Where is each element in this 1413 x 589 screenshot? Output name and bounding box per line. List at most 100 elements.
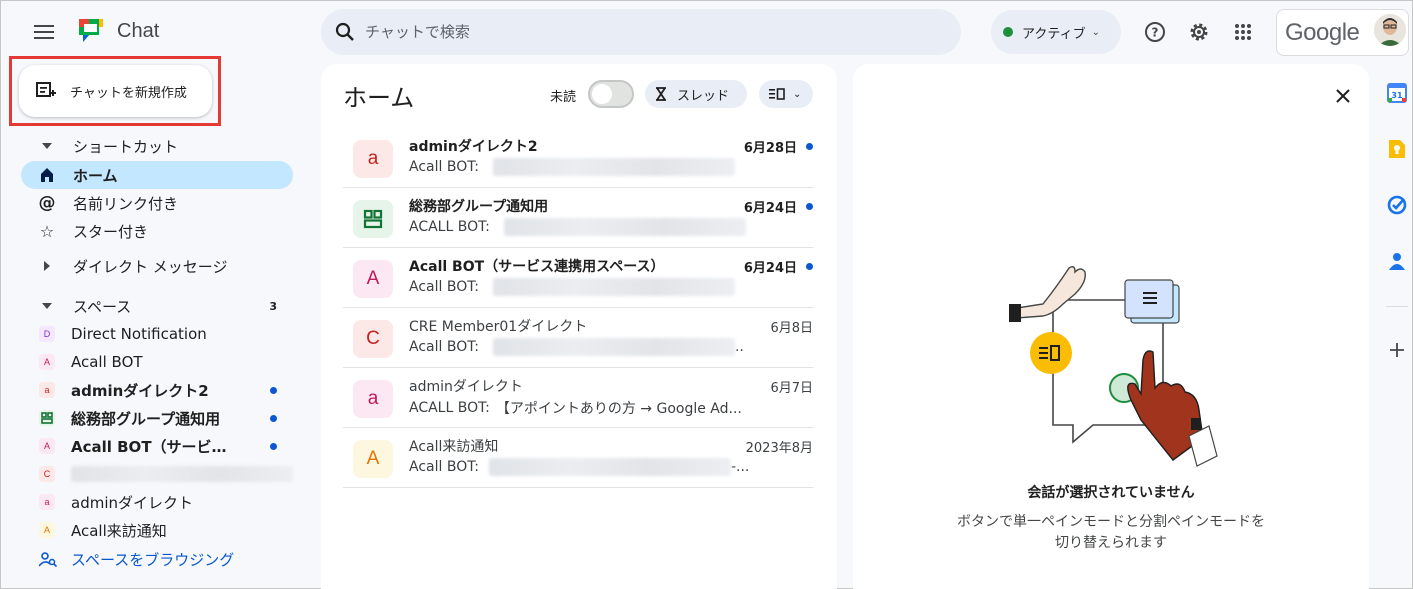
space-grid-icon: [39, 410, 55, 426]
space-avatar: A: [39, 522, 55, 538]
main-menu-button[interactable]: [29, 17, 59, 47]
dm-label: ダイレクト メッセージ: [73, 257, 228, 276]
keep-app-button[interactable]: [1386, 138, 1408, 160]
space-name: adminダイレクト2: [71, 381, 209, 400]
home-panel: ホーム 未読 スレッド ⌄ a adminダイレクト2 Acall BOT: 6…: [321, 64, 837, 589]
unread-dot: [806, 143, 813, 150]
conversation-date: 6月24日: [743, 261, 797, 276]
apps-button[interactable]: [1229, 18, 1257, 46]
conversation-date: 6月8日: [770, 321, 813, 336]
space-avatar: D: [39, 326, 55, 342]
snippet-sender: ACALL BOT:: [409, 219, 490, 235]
space-name: Acall BOT（サービス...: [71, 437, 241, 456]
snippet-sender: Acall BOT:: [409, 339, 479, 355]
top-bar: Chat アクティブ ⌄ ?: [1, 1, 1413, 63]
conversation-name: Acall来訪通知: [409, 439, 499, 455]
account-avatar[interactable]: [1374, 14, 1406, 46]
shortcuts-label: ショートカット: [73, 137, 179, 156]
caret-down-icon: [35, 303, 59, 309]
pane-mode-button[interactable]: ⌄: [759, 80, 813, 108]
hourglass-thread-icon: [656, 87, 666, 101]
conversation-name: CRE Member01ダイレクト: [409, 319, 588, 335]
app-title: Chat: [117, 20, 160, 42]
status-dropdown[interactable]: アクティブ ⌄: [991, 10, 1121, 54]
conversation-date: 6月28日: [743, 141, 797, 156]
unread-dot: [270, 414, 277, 422]
sidebar-space-item[interactable]: C: [21, 460, 293, 488]
contacts-app-button[interactable]: [1386, 250, 1408, 272]
conversation-row[interactable]: 総務部グループ通知用 ACALL BOT: 6月24日: [343, 188, 813, 248]
sidebar-space-item[interactable]: 総務部グループ通知用: [21, 404, 293, 432]
sidebar-section-direct-messages[interactable]: ダイレクト メッセージ: [21, 252, 293, 280]
conversation-snippet: Acall BOT: -...: [409, 458, 749, 476]
sidebar-section-spaces[interactable]: スペース 3: [21, 292, 293, 320]
get-add-ons-button[interactable]: [1386, 339, 1408, 361]
people-search-icon: [39, 551, 57, 567]
space-avatar: a: [39, 494, 55, 510]
caret-right-icon: [35, 261, 59, 271]
sidebar-space-item[interactable]: A Acall BOT: [21, 348, 293, 376]
space-name: Acall来訪通知: [71, 521, 167, 540]
calendar-app-button[interactable]: 31: [1386, 82, 1408, 104]
sidebar-item-mentions[interactable]: @ 名前リンク付き: [21, 189, 293, 217]
sidebar-section-shortcuts[interactable]: ショートカット: [21, 132, 293, 160]
starred-label: スター付き: [73, 222, 149, 241]
sidebar-item-starred[interactable]: ☆ スター付き: [21, 217, 293, 245]
conversation-row[interactable]: C CRE Member01ダイレクト Acall BOT: .. 6月8日: [343, 308, 813, 368]
space-name: Direct Notification: [71, 325, 207, 343]
blurred-space-name: [71, 466, 293, 482]
sidebar-space-item[interactable]: A Acall BOT（サービス...: [21, 432, 293, 460]
sidebar-space-item[interactable]: D Direct Notification: [21, 320, 293, 348]
conversation-date: 6月24日: [743, 201, 797, 216]
conversation-snippet: Acall BOT:: [409, 158, 735, 176]
browse-spaces-link[interactable]: スペースをブラウジング: [39, 549, 234, 570]
conversation-row[interactable]: A Acall来訪通知 Acall BOT: -... 2023年8月: [343, 428, 813, 488]
search-icon: [335, 22, 354, 41]
conversation-row[interactable]: A Acall BOT（サービス連携用スペース） Acall BOT: 6月24…: [343, 248, 813, 308]
threads-label: スレッド: [677, 88, 730, 104]
conversation-name: adminダイレクト: [409, 379, 523, 395]
caret-down-icon: [35, 143, 59, 149]
new-chat-button[interactable]: チャットを新規作成: [19, 65, 212, 117]
home-icon: [35, 167, 59, 183]
search-bar[interactable]: [321, 9, 961, 55]
unread-dot: [270, 442, 277, 450]
unread-toggle[interactable]: [588, 80, 634, 108]
at-sign-icon: @: [38, 193, 56, 213]
conversation-row[interactable]: a adminダイレクト ACALL BOT: 【アポイントありの方 → Goo…: [343, 368, 813, 428]
contacts-icon: [1389, 253, 1405, 270]
tasks-app-button[interactable]: [1386, 194, 1408, 216]
threads-filter-button[interactable]: スレッド: [645, 80, 747, 108]
spaces-label: スペース: [73, 297, 132, 316]
search-input[interactable]: [365, 23, 925, 41]
sidebar-space-item[interactable]: a adminダイレクト: [21, 488, 293, 516]
google-chat-logo-icon: [79, 19, 103, 42]
tasks-icon: [1387, 195, 1407, 215]
blurred-text: [492, 158, 735, 176]
conversation-avatar: a: [353, 140, 393, 178]
blurred-text: [488, 458, 731, 476]
empty-state-illustration: [1009, 265, 1218, 467]
conversation-date: 6月7日: [770, 381, 813, 396]
svg-text:?: ?: [1152, 26, 1159, 40]
help-button[interactable]: ?: [1141, 18, 1169, 46]
gear-icon: [1190, 23, 1208, 41]
close-icon: [1336, 89, 1350, 103]
sidebar-space-item[interactable]: A Acall来訪通知: [21, 516, 293, 544]
conversation-avatar: A: [353, 440, 393, 478]
unread-dot: [806, 203, 813, 210]
close-button[interactable]: [1331, 84, 1355, 108]
home-label: ホーム: [73, 166, 118, 185]
snippet-sender: Acall BOT:: [409, 279, 479, 295]
snippet-text: 【アポイントありの方 → Google Ad...: [495, 401, 742, 417]
conversation-row[interactable]: a adminダイレクト2 Acall BOT: 6月28日: [343, 128, 813, 188]
spaces-unread-count: 3: [269, 299, 277, 313]
conversation-snippet: ACALL BOT:: [409, 218, 746, 236]
settings-button[interactable]: [1185, 18, 1213, 46]
status-label: アクティブ: [1022, 26, 1086, 42]
sidebar-item-home[interactable]: ホーム: [21, 161, 293, 189]
sidebar-space-item[interactable]: a adminダイレクト2: [21, 376, 293, 404]
chevron-down-icon: ⌄: [1091, 26, 1100, 38]
conversation-avatar: C: [353, 320, 393, 358]
space-avatar: A: [39, 438, 55, 454]
